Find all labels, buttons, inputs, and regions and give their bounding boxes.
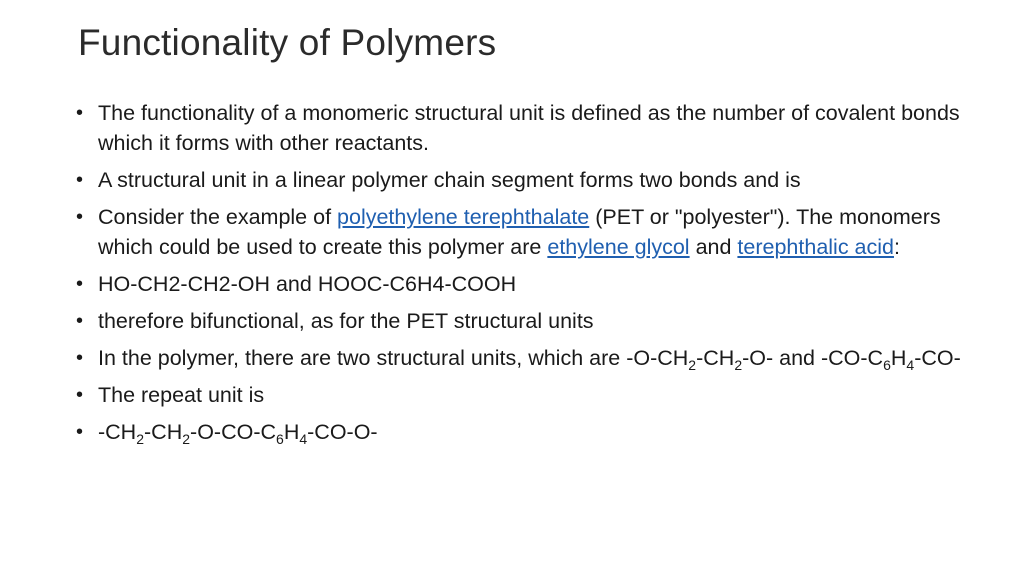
- bullet-icon: •: [76, 384, 84, 406]
- text-segment: -CO-O-: [307, 420, 378, 444]
- text-segment: -CH: [696, 346, 735, 370]
- bullet-text: A structural unit in a linear polymer ch…: [98, 168, 801, 192]
- bullet-icon: •: [76, 421, 84, 443]
- link-polyethylene-terephthalate[interactable]: polyethylene terephthalate: [337, 205, 589, 229]
- text-segment: and: [689, 235, 738, 259]
- text-segment: :: [894, 235, 900, 259]
- text-segment: In the polymer, there are two structural…: [98, 346, 689, 370]
- text-segment: -O-CO-C: [190, 420, 277, 444]
- subscript: 4: [299, 431, 308, 447]
- bullet-icon: •: [76, 169, 84, 191]
- bullet-item-structural-units: • In the polymer, there are two structur…: [76, 343, 988, 373]
- text-segment: -CO-: [914, 346, 961, 370]
- text-segment: H: [890, 346, 907, 370]
- slide: Functionality of Polymers • The function…: [0, 0, 1024, 576]
- bullet-icon: •: [76, 310, 84, 332]
- bullet-icon: •: [76, 273, 84, 295]
- text-segment: -O- and -CO-C: [742, 346, 884, 370]
- subscript: 2: [182, 431, 191, 447]
- bullet-item-repeat-unit-formula: • -CH2-CH2-O-CO-C6H4-CO-O-: [76, 417, 988, 447]
- subscript: 6: [883, 357, 891, 373]
- bullet-item-bifunctional: • therefore bifunctional, as for the PET…: [76, 306, 988, 336]
- link-terephthalic-acid[interactable]: terephthalic acid: [737, 235, 894, 259]
- text-segment: -CH: [98, 420, 137, 444]
- subscript: 2: [688, 357, 697, 373]
- bullet-text: therefore bifunctional, as for the PET s…: [98, 309, 594, 333]
- bullet-icon: •: [76, 206, 84, 228]
- bullet-item-repeat-unit-intro: • The repeat unit is: [76, 380, 988, 410]
- bullet-item-linear-chain: • A structural unit in a linear polymer …: [76, 165, 988, 195]
- bullet-item-monomer-formulas: • HO-CH2-CH2-OH and HOOC-C6H4-COOH: [76, 269, 988, 299]
- slide-title: Functionality of Polymers: [78, 22, 497, 63]
- bullet-text: The functionality of a monomeric structu…: [98, 101, 960, 155]
- text-segment: -CH: [144, 420, 183, 444]
- bullet-icon: •: [76, 347, 84, 369]
- bullet-item-functionality-definition: • The functionality of a monomeric struc…: [76, 98, 988, 158]
- subscript: 6: [276, 431, 284, 447]
- link-ethylene-glycol[interactable]: ethylene glycol: [547, 235, 689, 259]
- bullet-text: In the polymer, there are two structural…: [98, 343, 988, 373]
- bullet-text: HO-CH2-CH2-OH and HOOC-C6H4-COOH: [98, 272, 517, 296]
- bullet-text: -CH2-CH2-O-CO-C6H4-CO-O-: [98, 417, 988, 447]
- subscript: 2: [136, 431, 145, 447]
- text-segment: H: [283, 420, 300, 444]
- bullet-text: Consider the example of polyethylene ter…: [98, 202, 988, 262]
- subscript: 2: [734, 357, 743, 373]
- bullet-item-pet-example: • Consider the example of polyethylene t…: [76, 202, 988, 262]
- bullet-text: The repeat unit is: [98, 383, 265, 407]
- text-segment: Consider the example of: [98, 205, 338, 229]
- bullet-icon: •: [76, 102, 84, 124]
- bullet-list: • The functionality of a monomeric struc…: [76, 98, 988, 454]
